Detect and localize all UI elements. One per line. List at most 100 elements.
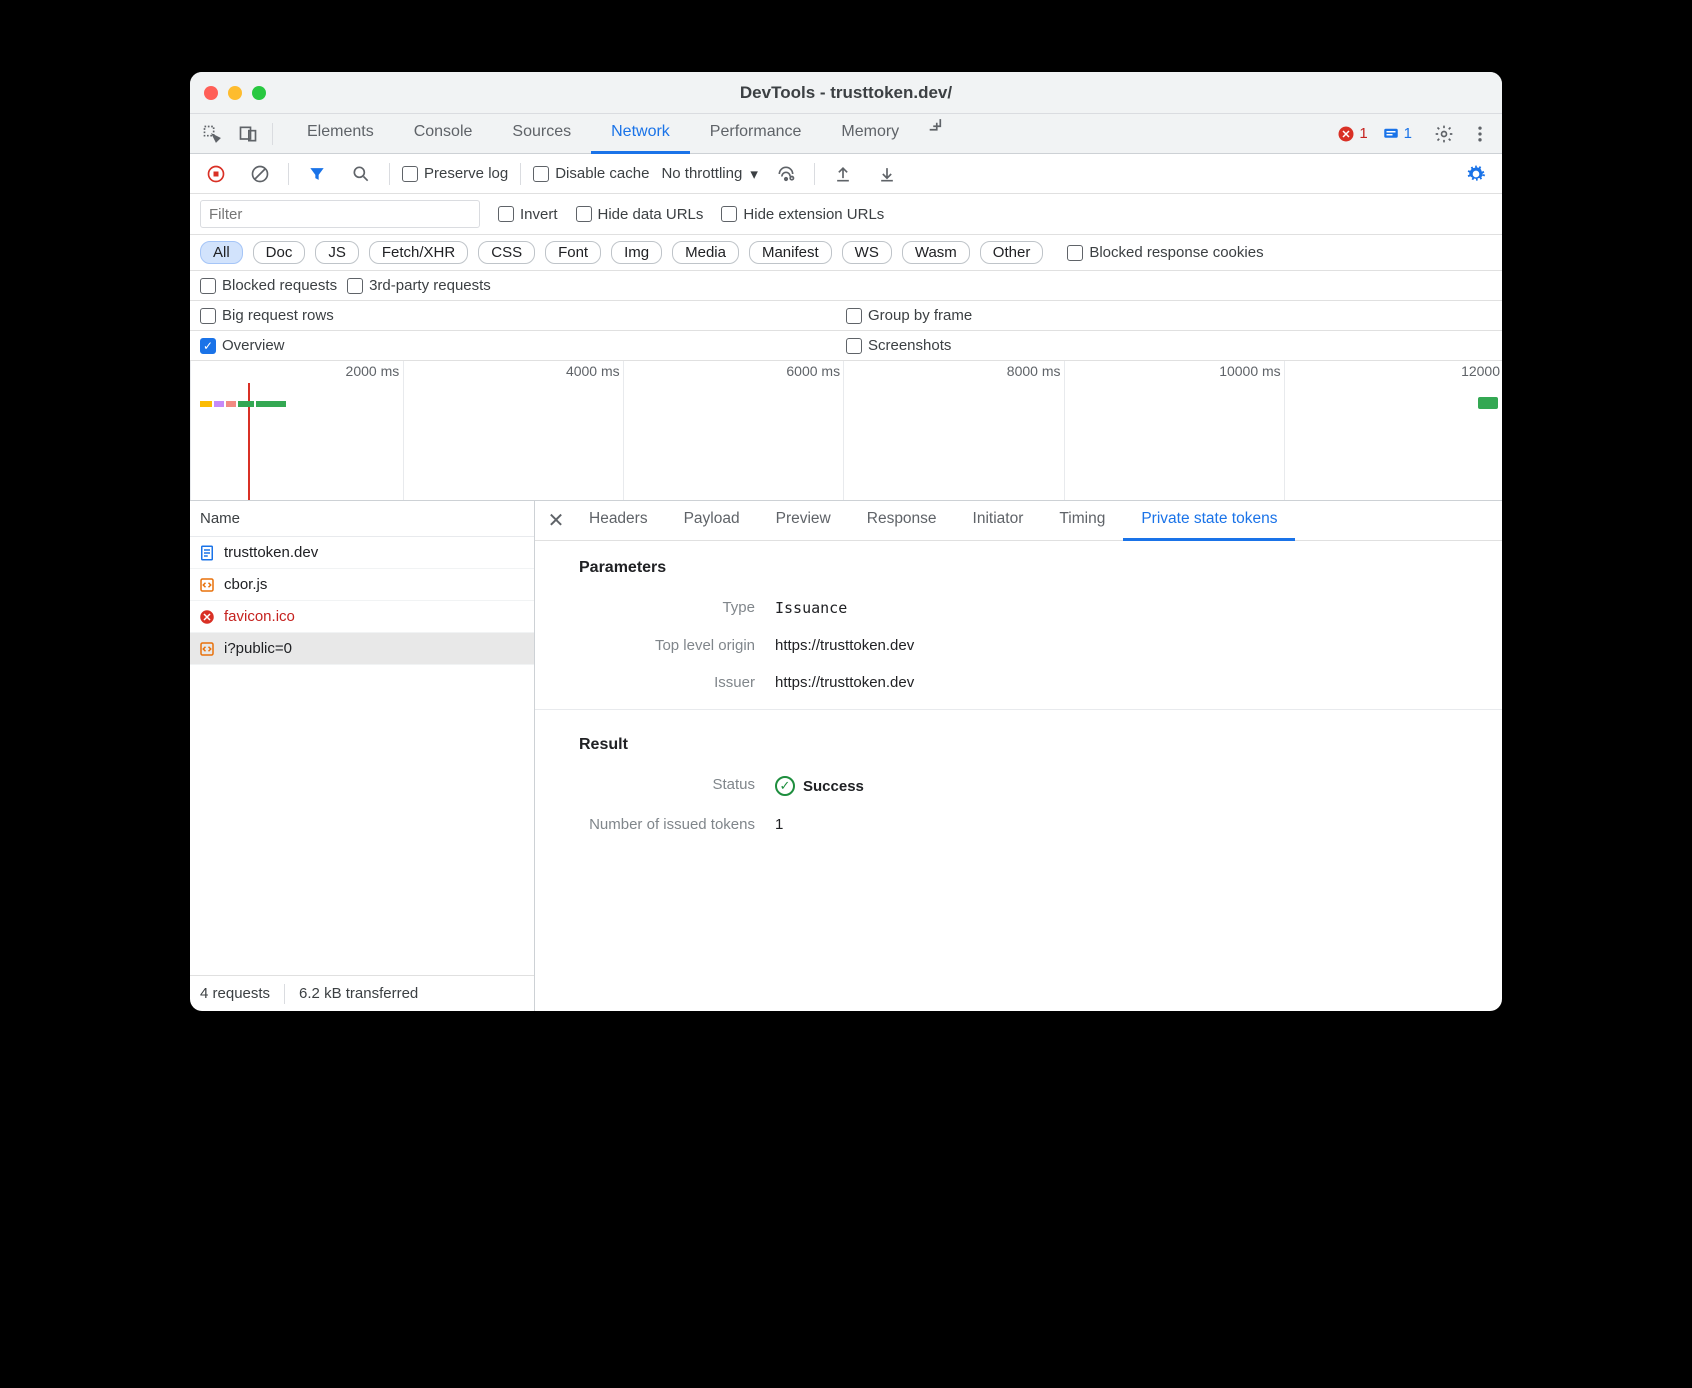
param-top-level-origin-row: Top level origin https://trusttoken.dev — [535, 627, 1502, 664]
screenshots-label: Screenshots — [868, 337, 951, 354]
param-value: https://trusttoken.dev — [775, 674, 914, 691]
preserve-log-label: Preserve log — [424, 165, 508, 182]
chip-doc[interactable]: Doc — [253, 241, 306, 264]
disable-cache-checkbox[interactable]: Disable cache — [533, 165, 649, 182]
result-heading: Result — [535, 718, 1502, 766]
screenshots-checkbox[interactable]: Screenshots — [846, 337, 951, 354]
request-row[interactable]: cbor.js — [190, 569, 534, 601]
request-name: favicon.ico — [224, 608, 295, 625]
overview-label: Overview — [222, 337, 285, 354]
inspect-icon[interactable] — [196, 120, 228, 148]
chip-font[interactable]: Font — [545, 241, 601, 264]
upload-har-icon[interactable] — [827, 160, 859, 188]
option-row-1: Big request rows Group by frame — [190, 301, 1502, 331]
clear-icon[interactable] — [244, 160, 276, 188]
more-tabs-icon[interactable] — [919, 114, 951, 142]
invert-checkbox[interactable]: Invert — [498, 206, 558, 223]
message-count-badge[interactable]: 1 — [1382, 125, 1412, 143]
chip-fetchxhr[interactable]: Fetch/XHR — [369, 241, 468, 264]
chip-manifest[interactable]: Manifest — [749, 241, 832, 264]
tick-label: 2000 ms — [346, 363, 400, 379]
device-toolbar-icon[interactable] — [232, 120, 264, 148]
tab-preview[interactable]: Preview — [758, 501, 849, 541]
tab-initiator[interactable]: Initiator — [955, 501, 1042, 541]
window-titlebar: DevTools - trusttoken.dev/ — [190, 72, 1502, 114]
devtools-window: DevTools - trusttoken.dev/ Elements Cons… — [190, 72, 1502, 1011]
window-title: DevTools - trusttoken.dev/ — [190, 83, 1502, 103]
big-request-rows-checkbox[interactable]: Big request rows — [200, 307, 334, 324]
request-name: i?public=0 — [224, 640, 292, 657]
status-value: Success — [803, 778, 864, 795]
settings-icon[interactable] — [1428, 120, 1460, 148]
filter-icon[interactable] — [301, 160, 333, 188]
third-party-checkbox[interactable]: 3rd-party requests — [347, 277, 491, 294]
tab-response[interactable]: Response — [849, 501, 955, 541]
preserve-log-checkbox[interactable]: Preserve log — [402, 165, 508, 182]
invert-label: Invert — [520, 206, 558, 223]
divider — [535, 709, 1502, 710]
chip-media[interactable]: Media — [672, 241, 739, 264]
record-icon[interactable] — [200, 160, 232, 188]
group-by-frame-label: Group by frame — [868, 307, 972, 324]
tab-headers[interactable]: Headers — [571, 501, 666, 541]
filter-bar: Invert Hide data URLs Hide extension URL… — [190, 194, 1502, 235]
timeline-segment — [256, 401, 286, 407]
chip-wasm[interactable]: Wasm — [902, 241, 970, 264]
hide-data-urls-label: Hide data URLs — [598, 206, 704, 223]
big-request-rows-label: Big request rows — [222, 307, 334, 324]
network-settings-icon[interactable] — [1460, 160, 1492, 188]
request-row[interactable]: i?public=0 — [190, 633, 534, 665]
chip-other[interactable]: Other — [980, 241, 1044, 264]
chip-js[interactable]: JS — [315, 241, 359, 264]
chip-css[interactable]: CSS — [478, 241, 535, 264]
chip-ws[interactable]: WS — [842, 241, 892, 264]
chip-all[interactable]: All — [200, 241, 243, 264]
requests-count: 4 requests — [200, 985, 270, 1002]
tab-payload[interactable]: Payload — [666, 501, 758, 541]
kebab-menu-icon[interactable] — [1464, 120, 1496, 148]
third-party-label: 3rd-party requests — [369, 277, 491, 294]
extra-filter-row: Blocked requests 3rd-party requests — [190, 271, 1502, 301]
close-detail-icon[interactable]: ✕ — [541, 508, 571, 533]
transferred-size: 6.2 kB transferred — [299, 985, 418, 1002]
network-conditions-icon[interactable] — [770, 160, 802, 188]
request-name: trusttoken.dev — [224, 544, 318, 561]
tab-console[interactable]: Console — [394, 114, 493, 154]
timeline-overview[interactable]: 2000 ms 4000 ms 6000 ms 8000 ms 10000 ms… — [190, 361, 1502, 501]
throttling-select[interactable]: No throttling ▾ — [661, 165, 757, 183]
tab-elements[interactable]: Elements — [287, 114, 394, 154]
param-issuer-row: Issuer https://trusttoken.dev — [535, 664, 1502, 701]
request-list-panel: Name trusttoken.dev cbor.js favicon.ico … — [190, 501, 535, 1011]
blocked-response-cookies-checkbox[interactable]: Blocked response cookies — [1067, 244, 1263, 261]
param-label: Status — [535, 776, 775, 796]
group-by-frame-checkbox[interactable]: Group by frame — [846, 307, 972, 324]
tab-performance[interactable]: Performance — [690, 114, 822, 154]
tab-private-state-tokens[interactable]: Private state tokens — [1123, 501, 1295, 541]
error-count-badge[interactable]: 1 — [1337, 125, 1367, 143]
tab-network[interactable]: Network — [591, 114, 690, 154]
request-row[interactable]: trusttoken.dev — [190, 537, 534, 569]
blocked-requests-checkbox[interactable]: Blocked requests — [200, 277, 337, 294]
result-tokens-row: Number of issued tokens 1 — [535, 806, 1502, 843]
overview-checkbox[interactable]: Overview — [200, 337, 285, 354]
tab-timing[interactable]: Timing — [1041, 501, 1123, 541]
param-label: Type — [535, 599, 775, 617]
document-icon — [198, 544, 216, 562]
hide-data-urls-checkbox[interactable]: Hide data URLs — [576, 206, 704, 223]
filter-input[interactable] — [200, 200, 480, 228]
request-row[interactable]: favicon.ico — [190, 601, 534, 633]
name-column-header[interactable]: Name — [190, 501, 534, 537]
hide-extension-urls-checkbox[interactable]: Hide extension URLs — [721, 206, 884, 223]
script-icon — [198, 576, 216, 594]
throttling-value: No throttling — [661, 165, 742, 182]
main-toolbar: Elements Console Sources Network Perform… — [190, 114, 1502, 154]
download-har-icon[interactable] — [871, 160, 903, 188]
tick-label: 8000 ms — [1007, 363, 1061, 379]
tab-memory[interactable]: Memory — [821, 114, 919, 154]
tick-label: 12000 — [1461, 363, 1500, 379]
search-icon[interactable] — [345, 160, 377, 188]
tick-label: 4000 ms — [566, 363, 620, 379]
tab-sources[interactable]: Sources — [492, 114, 591, 154]
chip-img[interactable]: Img — [611, 241, 662, 264]
param-value: https://trusttoken.dev — [775, 637, 914, 654]
